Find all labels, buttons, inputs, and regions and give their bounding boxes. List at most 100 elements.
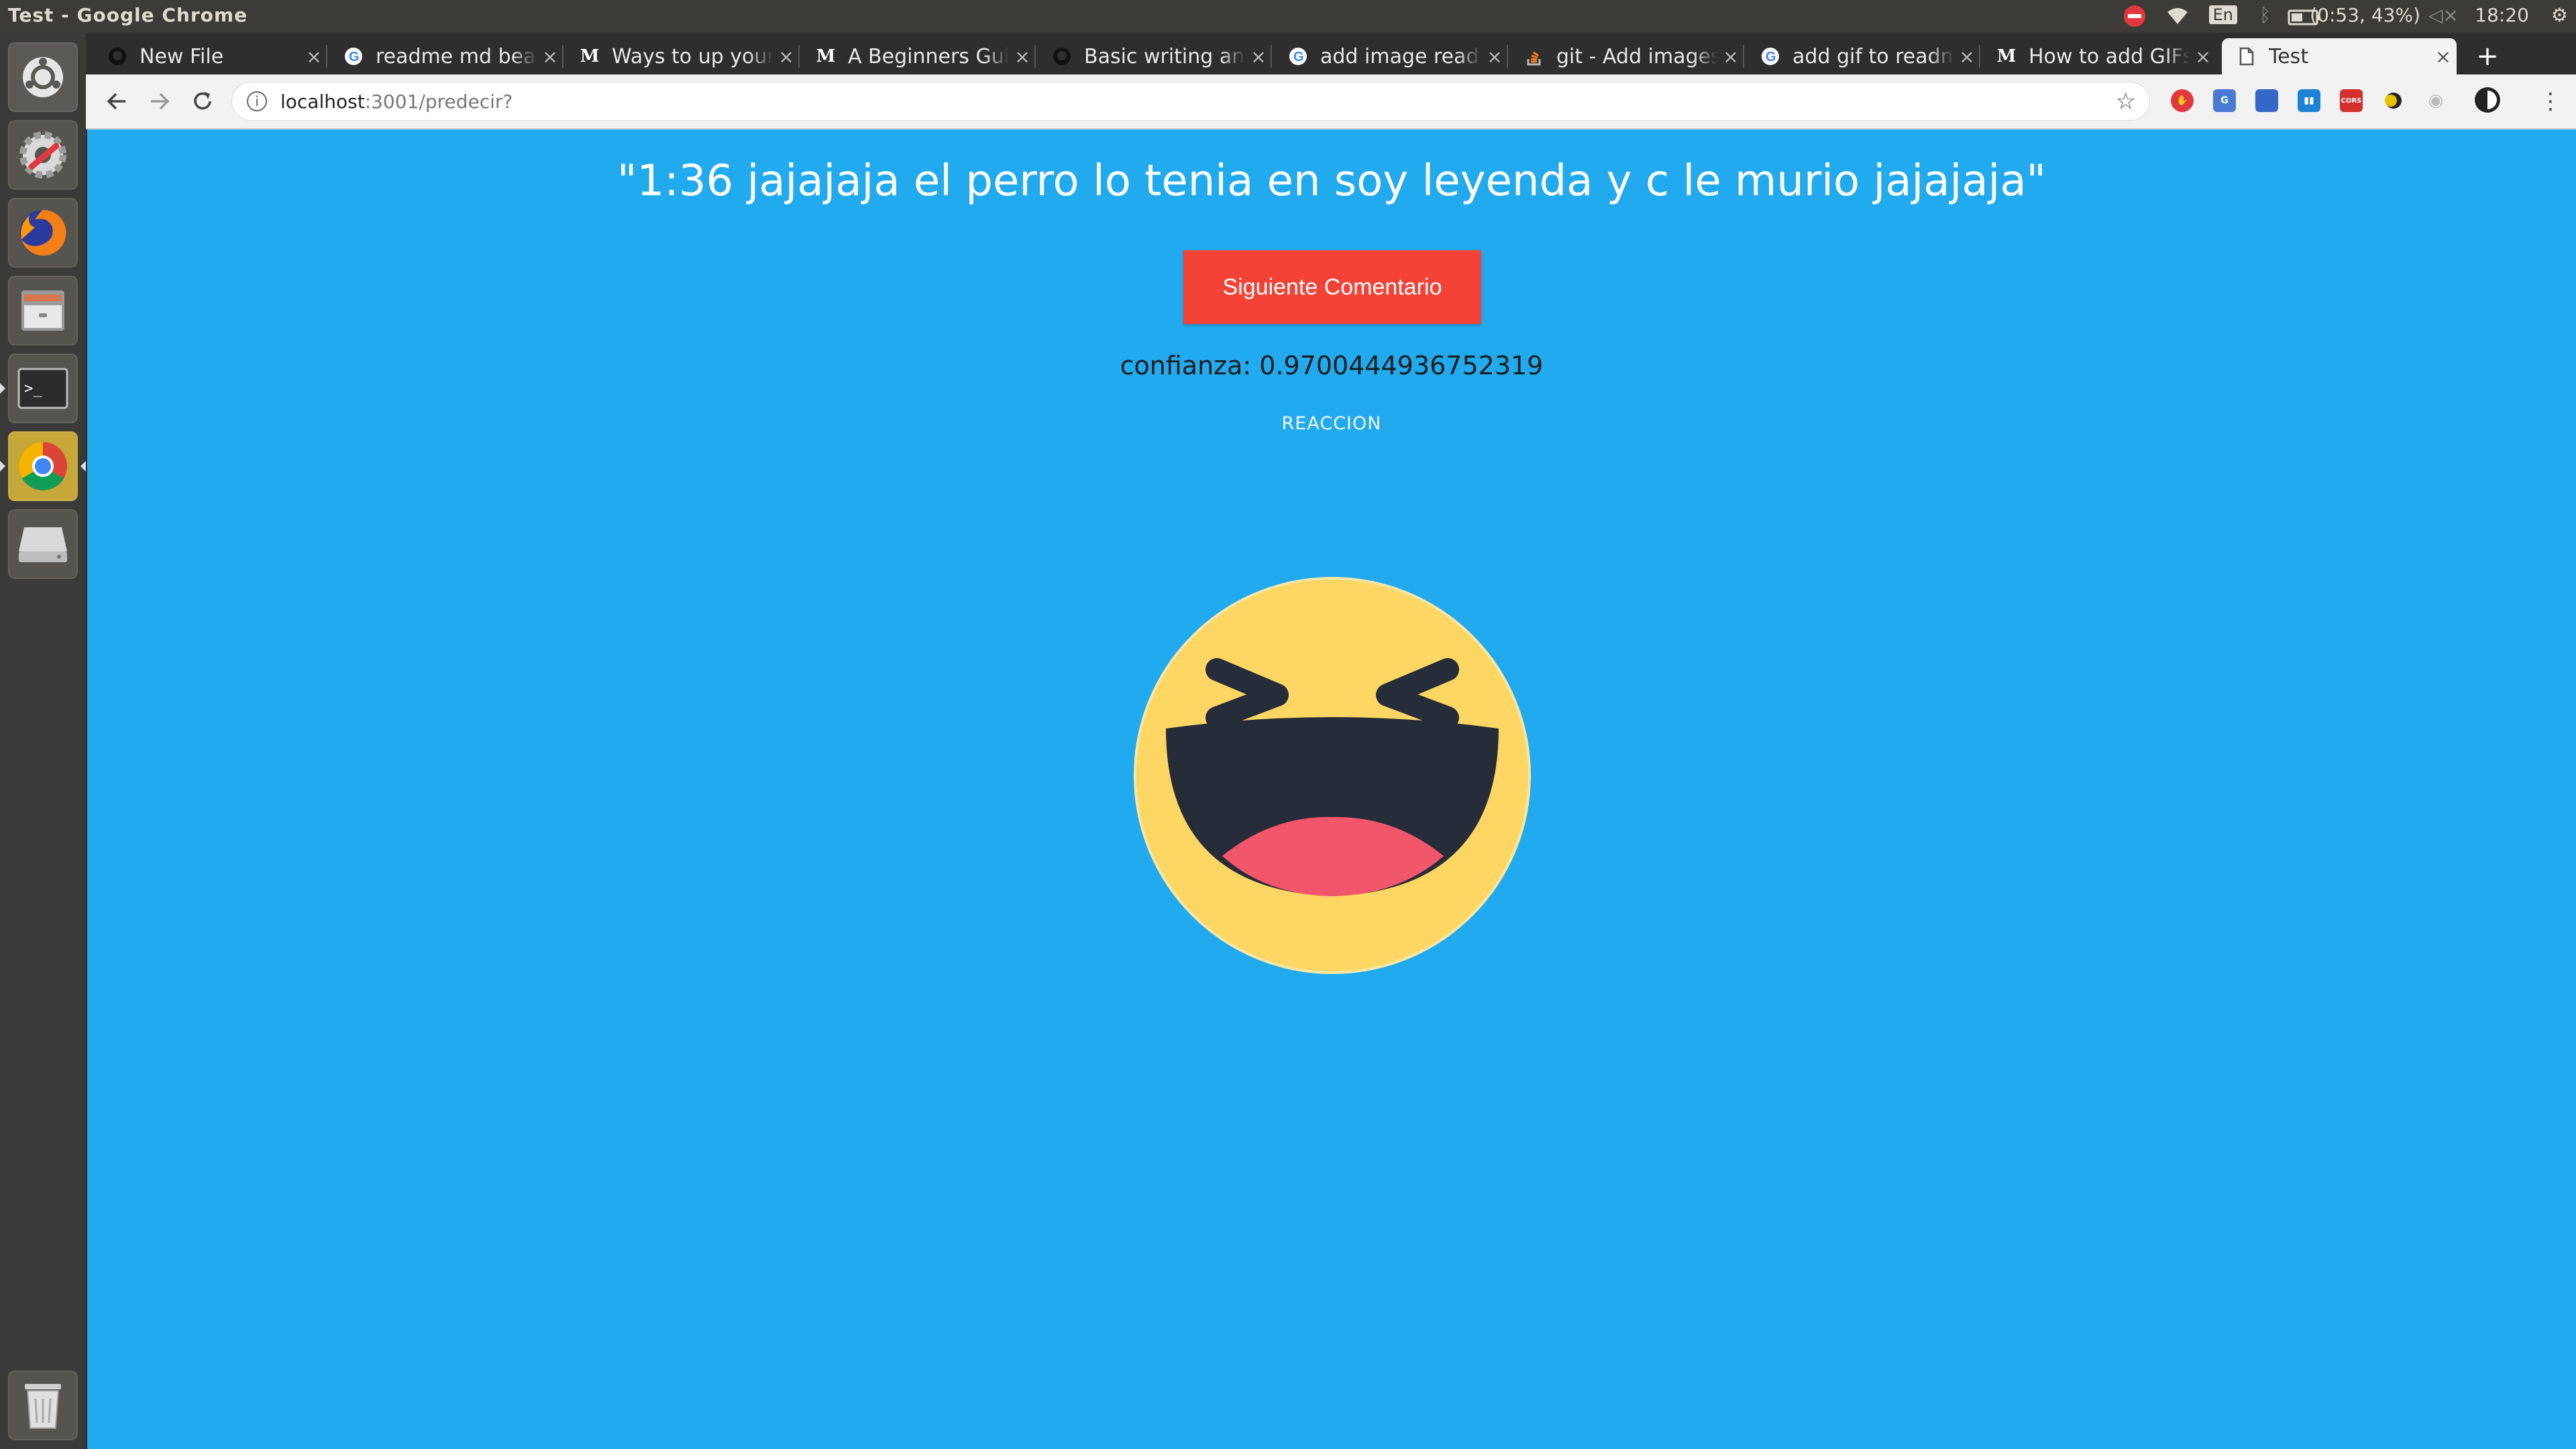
chrome-icon[interactable] (0, 431, 86, 501)
terminal-icon[interactable]: >_ (0, 354, 78, 423)
reaction-label: REACCION (1281, 413, 1382, 434)
close-icon[interactable]: × (1481, 46, 1508, 68)
trello-extension-icon[interactable]: ▮▮ (2298, 89, 2320, 112)
tab-strip: New File × G readme md beautiful × M Way… (86, 33, 2576, 74)
reload-button[interactable] (186, 85, 219, 117)
browser-toolbar: i localhost:3001/predecir? ☆ ✋ G ▮▮ CORS… (86, 74, 2576, 129)
url-path: :3001/predecir? (364, 90, 513, 113)
close-icon[interactable]: × (537, 46, 564, 68)
wifi-icon[interactable] (2165, 4, 2190, 33)
close-icon[interactable]: × (773, 46, 800, 68)
close-icon[interactable]: × (2190, 46, 2216, 68)
tab-add-image-readme[interactable]: G add image readme × (1273, 38, 1508, 74)
bookmark-star-icon[interactable]: ☆ (2116, 88, 2136, 115)
tab-basic-writing[interactable]: Basic writing and × (1037, 38, 1272, 74)
confidence-score: confianza: 0.9700444936752319 (1120, 351, 1544, 380)
url-host: localhost (280, 90, 365, 113)
cors-extension-icon[interactable]: CORS (2340, 89, 2363, 112)
next-comment-button[interactable]: Siguiente Comentario (1183, 250, 1481, 324)
comment-text: "1:36 jajajaja el perro lo tenia en soy … (617, 156, 2046, 206)
close-icon[interactable]: × (1953, 46, 1980, 68)
calendar-extension-icon[interactable] (2255, 89, 2278, 112)
stackoverflow-icon (1524, 46, 1544, 66)
window-title: Test - Google Chrome (8, 4, 248, 26)
close-icon[interactable]: × (1009, 46, 1036, 68)
keyboard-layout-indicator[interactable]: En (2208, 5, 2237, 24)
tab-separator (1271, 45, 1272, 68)
dark-mode-extension-icon[interactable] (2382, 89, 2405, 112)
arrow-right-icon (151, 93, 170, 110)
arrow-left-icon (107, 93, 125, 110)
tab-separator (1979, 45, 1980, 68)
hidden-extension-icon[interactable]: ◉ (2424, 89, 2447, 112)
close-icon[interactable]: × (301, 46, 327, 68)
laughing-face-icon (1134, 577, 1531, 974)
svg-text:G: G (1766, 50, 1776, 64)
tab-separator (326, 45, 327, 68)
tab-separator (1743, 45, 1744, 68)
launcher: >_ (0, 33, 87, 1449)
forward-button[interactable] (144, 85, 176, 117)
medium-icon: M (580, 46, 600, 66)
page-content: "1:36 jajajaja el perro lo tenia en soy … (87, 129, 2576, 1449)
github-icon (1052, 46, 1072, 66)
svg-text:>_: >_ (24, 380, 42, 397)
system-settings-icon[interactable] (8, 120, 78, 190)
back-button[interactable] (101, 85, 133, 117)
close-icon[interactable]: × (2430, 46, 2457, 68)
tab-title: add image readme (1320, 44, 1481, 68)
bluetooth-icon[interactable]: ᛒ (2259, 4, 2271, 26)
tab-how-to-add-gifs[interactable]: M How to add GIFs × (1982, 38, 2216, 74)
tab-separator (798, 45, 800, 68)
adblock-extension-icon[interactable]: ✋ (2171, 89, 2194, 112)
profile-avatar[interactable] (2474, 87, 2501, 113)
medium-icon: M (1996, 46, 2017, 66)
tab-title: Ways to up your (612, 44, 773, 68)
translate-extension-icon[interactable]: G (2213, 89, 2236, 112)
tab-title: add gif to readme (1792, 44, 1953, 68)
address-bar[interactable]: i localhost:3001/predecir? ☆ (232, 83, 2149, 120)
site-info-icon[interactable]: i (247, 91, 267, 111)
google-icon: G (1760, 46, 1780, 66)
tab-title: New File (140, 44, 224, 68)
google-icon: G (343, 46, 364, 66)
disk-drive-icon[interactable] (8, 509, 78, 579)
close-icon[interactable]: × (1245, 46, 1272, 68)
tab-new-file[interactable]: New File × (93, 38, 327, 74)
tab-separator (1034, 45, 1036, 68)
clock[interactable]: 18:20 (2475, 4, 2529, 26)
tab-title: How to add GIFs (2029, 44, 2190, 68)
page-icon (2237, 46, 2257, 66)
tab-add-gif[interactable]: G add gif to readme × (1746, 38, 1980, 74)
tab-git-add-images[interactable]: git - Add images × (1509, 38, 1744, 74)
trash-icon[interactable] (8, 1371, 78, 1440)
tab-separator (1507, 45, 1508, 68)
tab-separator (562, 45, 564, 68)
tab-readme-md[interactable]: G readme md beautiful × (329, 38, 564, 74)
reload-icon (194, 92, 211, 110)
menu-button[interactable]: ⋮ (2534, 85, 2567, 117)
tab-title: readme md beautiful (376, 44, 537, 68)
medium-icon: M (816, 46, 836, 66)
battery-status[interactable]: (0:53, 43%) (2310, 4, 2420, 26)
firefox-icon[interactable] (8, 198, 78, 268)
volume-muted-icon[interactable]: ◁× (2428, 4, 2459, 26)
new-tab-button[interactable]: + (2467, 38, 2508, 74)
tab-title: A Beginners Guide (848, 44, 1009, 68)
tab-title: Basic writing and (1084, 44, 1245, 68)
close-icon[interactable]: × (1717, 46, 1744, 68)
tab-title: git - Add images (1556, 44, 1717, 68)
google-icon: G (1288, 46, 1308, 66)
tab-beginners-guide[interactable]: M A Beginners Guide × (801, 38, 1036, 74)
system-gear-icon[interactable]: ⚙ (2551, 4, 2568, 26)
file-manager-icon[interactable] (8, 276, 78, 345)
svg-text:G: G (349, 50, 360, 64)
tab-test[interactable]: Test × (2222, 38, 2457, 74)
top-panel: Test - Google Chrome En ᛒ (0:53, 43%) ◁×… (0, 0, 2576, 33)
tab-title: Test (2269, 44, 2309, 68)
ubuntu-dash-icon[interactable] (8, 42, 78, 112)
github-icon (107, 46, 127, 66)
do-not-disturb-icon[interactable] (2123, 4, 2147, 33)
tab-ways-to-up[interactable]: M Ways to up your × (565, 38, 800, 74)
svg-text:G: G (1293, 50, 1304, 64)
